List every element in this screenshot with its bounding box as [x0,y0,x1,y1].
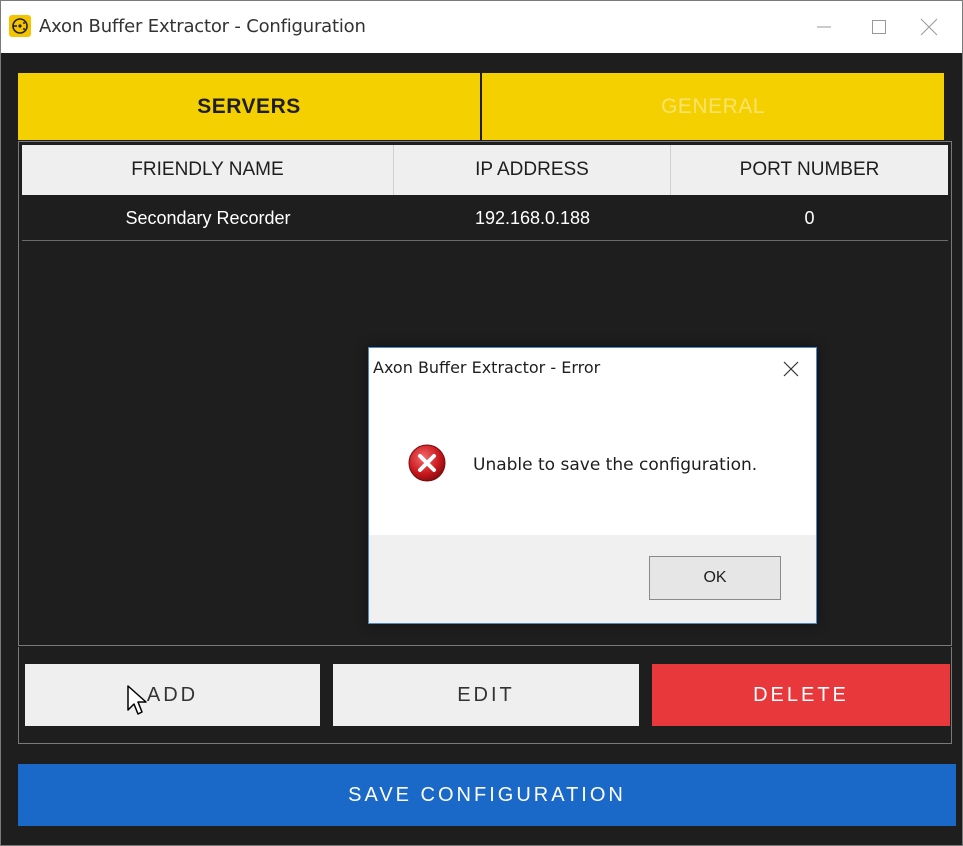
close-button[interactable] [906,9,952,45]
ok-button[interactable]: OK [649,556,781,600]
minimize-icon [817,26,831,28]
cell-port-number: 0 [804,207,815,228]
cell-ip-address: 192.168.0.188 [474,207,591,228]
dialog-close-button[interactable] [776,354,806,384]
dialog-message: Unable to save the configuration. [473,455,758,475]
maximize-icon [872,20,886,34]
title-bar: Axon Buffer Extractor - Configuration [1,1,962,53]
tab-bar: SERVERS GENERAL [18,73,944,140]
save-configuration-button[interactable]: SAVE CONFIGURATION [18,764,956,826]
maximize-button[interactable] [856,9,902,45]
dialog-footer: OK [369,535,816,623]
tab-general[interactable]: GENERAL [482,73,944,140]
close-icon [920,18,938,36]
column-header-port-number[interactable]: PORT NUMBER [671,145,948,195]
column-header-friendly-name[interactable]: FRIENDLY NAME [22,145,394,195]
app-logo-icon [9,15,31,37]
dialog-title: Axon Buffer Extractor - Error [373,358,601,377]
error-icon [407,443,447,483]
edit-button[interactable]: EDIT [333,664,639,726]
tab-servers[interactable]: SERVERS [18,73,480,140]
delete-button[interactable]: DELETE [652,664,950,726]
table-row[interactable]: Secondary Recorder 192.168.0.188 0 [22,195,948,241]
grid-header: FRIENDLY NAME IP ADDRESS PORT NUMBER [22,145,948,195]
add-button[interactable]: ADD [25,664,320,726]
action-button-area: ADD EDIT DELETE [18,647,952,744]
error-dialog: Axon Buffer Extractor - Error Unable to … [368,347,817,624]
close-icon [783,361,799,377]
window-title: Axon Buffer Extractor - Configuration [39,16,366,37]
column-header-ip-address[interactable]: IP ADDRESS [394,145,671,195]
mouse-cursor-icon [127,685,147,715]
minimize-button[interactable] [801,9,847,45]
cell-friendly-name: Secondary Recorder [125,207,291,228]
